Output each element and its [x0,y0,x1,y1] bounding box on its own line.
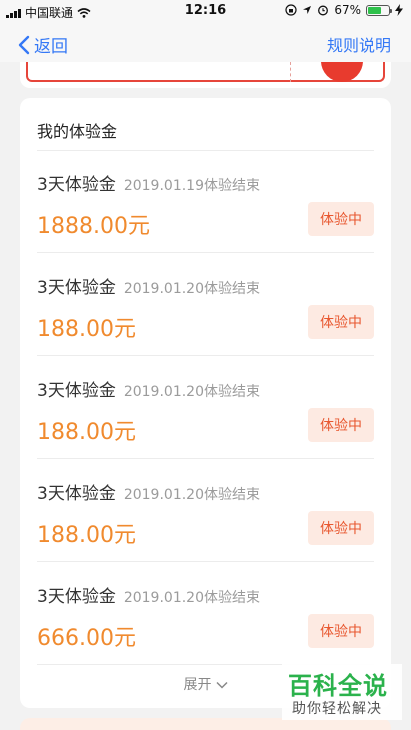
item-name: 3天体验金 [37,278,116,298]
item-date: 2019.01.20体验结束 [123,281,260,297]
status-badge[interactable]: 体验中 [308,408,374,442]
status-badge[interactable]: 体验中 [308,614,374,648]
chevron-left-icon [18,35,30,54]
status-bar: 中国联通 12:16 67% [0,0,411,22]
item-name: 3天体验金 [37,587,116,607]
list-item[interactable]: 3天体验金 2019.01.20体验结束 188.00元 体验中 [37,459,374,562]
list-item[interactable]: 3天体验金 2019.01.20体验结束 666.00元 体验中 [37,562,374,665]
expand-label: 展开 [183,677,212,693]
nav-bar: 返回 规则说明 [0,22,411,62]
watermark-subtitle: 助你轻松解决 [292,701,382,717]
rules-link[interactable]: 规则说明 [327,32,391,56]
item-date: 2019.01.20体验结束 [123,384,260,400]
list-item[interactable]: 3天体验金 2019.01.19体验结束 1888.00元 体验中 [37,150,374,253]
item-amount: 188.00元 [37,420,136,445]
status-badge[interactable]: 体验中 [308,305,374,339]
item-name: 3天体验金 [37,175,116,195]
item-date: 2019.01.20体验结束 [123,487,260,503]
item-amount: 666.00元 [37,626,136,651]
battery-percent: 67% [334,3,361,17]
item-name: 3天体验金 [37,484,116,504]
battery-icon [366,4,392,16]
status-badge[interactable]: 体验中 [308,511,374,545]
item-name: 3天体验金 [37,381,116,401]
location-icon [303,6,312,14]
status-badge[interactable]: 体验中 [308,202,374,236]
watermark: 百科全说 助你轻松解决 [282,664,402,720]
item-amount: 188.00元 [37,523,136,548]
item-date: 2019.01.20体验结束 [123,590,260,606]
chevron-down-icon [215,677,228,693]
watermark-title: 百科全说 [288,672,388,700]
back-button[interactable]: 返回 [18,32,68,57]
charging-icon [395,4,403,16]
orientation-lock-icon [285,4,297,16]
status-right: 67% [285,3,403,17]
item-amount: 188.00元 [37,317,136,342]
alarm-icon [318,5,329,16]
trial-fund-card: 我的体验金 3天体验金 2019.01.19体验结束 1888.00元 体验中 … [20,98,391,708]
list-item[interactable]: 3天体验金 2019.01.20体验结束 188.00元 体验中 [37,356,374,459]
banner-divider [290,62,291,82]
card-title: 我的体验金 [37,122,118,141]
item-amount: 1888.00元 [37,214,150,239]
list-item[interactable]: 3天体验金 2019.01.20体验结束 188.00元 体验中 [37,253,374,356]
back-label: 返回 [34,37,68,57]
item-date: 2019.01.19体验结束 [123,178,260,194]
promo-banner[interactable] [20,62,391,88]
